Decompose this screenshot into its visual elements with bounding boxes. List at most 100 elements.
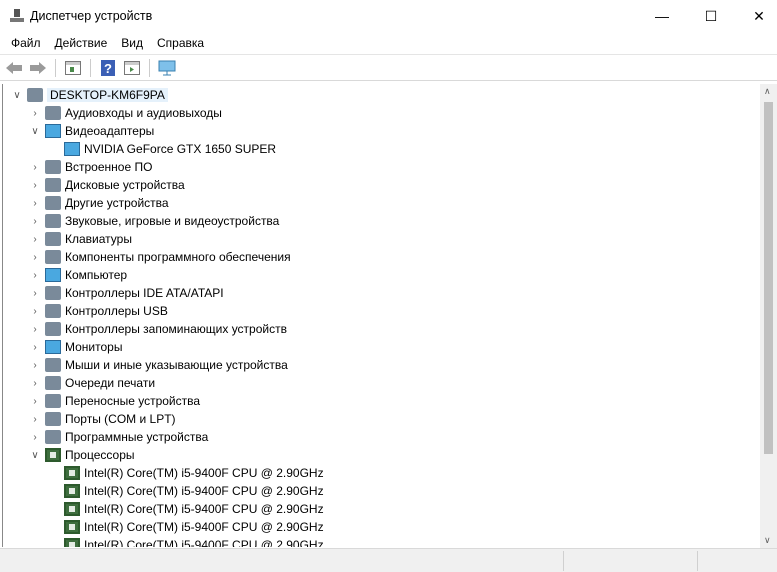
tree-category[interactable]: › Клавиатуры bbox=[33, 230, 132, 248]
tree-root[interactable]: ∨ DESKTOP-KM6F9PA bbox=[13, 86, 168, 104]
tree-category[interactable]: › Дисковые устройства bbox=[33, 176, 185, 194]
scroll-up-icon[interactable]: ∧ bbox=[764, 86, 771, 97]
expand-chevron-icon[interactable]: › bbox=[29, 342, 41, 353]
sound-icon bbox=[45, 214, 61, 228]
expand-chevron-icon[interactable]: › bbox=[29, 396, 41, 407]
tree-category[interactable]: ∨ Процессоры bbox=[31, 446, 135, 464]
svg-text:?: ? bbox=[104, 61, 112, 76]
scroll-down-icon[interactable]: ∨ bbox=[764, 535, 771, 546]
back-arrow-icon[interactable] bbox=[4, 58, 24, 78]
tree-device[interactable]: Intel(R) Core(TM) i5-9400F CPU @ 2.90GHz bbox=[64, 482, 324, 500]
status-divider bbox=[563, 551, 564, 571]
expand-chevron-icon[interactable]: › bbox=[29, 414, 41, 425]
toolbar-separator bbox=[149, 58, 150, 77]
tree-category[interactable]: › Очереди печати bbox=[33, 374, 156, 392]
tree-item-label: Intel(R) Core(TM) i5-9400F CPU @ 2.90GHz bbox=[84, 520, 324, 534]
menu-bar: Файл Действие Вид Справка bbox=[0, 32, 777, 54]
tree-category[interactable]: › Встроенное ПО bbox=[33, 158, 152, 176]
expand-chevron-icon[interactable]: › bbox=[29, 306, 41, 317]
tree-category[interactable]: › Компьютер bbox=[33, 266, 127, 284]
expand-chevron-icon[interactable]: › bbox=[29, 108, 41, 119]
display-adapter-icon bbox=[45, 124, 61, 138]
tree-category[interactable]: › Контроллеры запоминающих устройств bbox=[33, 320, 287, 338]
tree-category[interactable]: › Порты (COM и LPT) bbox=[33, 410, 176, 428]
printer-icon bbox=[45, 376, 61, 390]
expand-chevron-icon[interactable]: › bbox=[29, 324, 41, 335]
tree-item-label: Звуковые, игровые и видеоустройства bbox=[65, 214, 280, 228]
menu-view[interactable]: Вид bbox=[114, 36, 150, 50]
tree-item-label: Контроллеры IDE ATA/ATAPI bbox=[65, 286, 224, 300]
portable-device-icon bbox=[45, 394, 61, 408]
menu-action[interactable]: Действие bbox=[48, 36, 115, 50]
tree-item-label: Программные устройства bbox=[65, 430, 209, 444]
mouse-icon bbox=[45, 358, 61, 372]
tree-category[interactable]: › Мониторы bbox=[33, 338, 123, 356]
status-bar bbox=[0, 548, 777, 572]
keyboard-icon bbox=[45, 232, 61, 246]
cpu-icon bbox=[64, 538, 80, 547]
scrollbar-thumb[interactable] bbox=[764, 102, 773, 454]
tree-category[interactable]: › Переносные устройства bbox=[33, 392, 200, 410]
status-divider bbox=[697, 551, 698, 571]
tree-category[interactable]: › Контроллеры IDE ATA/ATAPI bbox=[33, 284, 224, 302]
expand-chevron-icon[interactable]: › bbox=[29, 288, 41, 299]
expand-chevron-icon[interactable]: › bbox=[29, 234, 41, 245]
tree-item-label: Intel(R) Core(TM) i5-9400F CPU @ 2.90GHz bbox=[84, 484, 324, 498]
tree-item-label: Мыши и иные указывающие устройства bbox=[65, 358, 288, 372]
expand-chevron-icon[interactable]: › bbox=[29, 162, 41, 173]
tree-item-label: Мониторы bbox=[65, 340, 123, 354]
expand-chevron-icon[interactable]: › bbox=[29, 180, 41, 191]
tree-category[interactable]: ∨ Видеоадаптеры bbox=[31, 122, 155, 140]
tree-category[interactable]: › Компоненты программного обеспечения bbox=[33, 248, 291, 266]
expand-chevron-icon[interactable]: › bbox=[29, 252, 41, 263]
tree-device[interactable]: Intel(R) Core(TM) i5-9400F CPU @ 2.90GHz bbox=[64, 464, 324, 482]
expand-chevron-icon[interactable]: › bbox=[29, 432, 41, 443]
tree-item-label: Другие устройства bbox=[65, 196, 169, 210]
expand-chevron-icon[interactable]: › bbox=[29, 198, 41, 209]
help-icon[interactable]: ? bbox=[98, 58, 118, 78]
monitor-icon bbox=[45, 340, 61, 354]
collapse-chevron-icon[interactable]: ∨ bbox=[29, 126, 41, 137]
properties-icon[interactable] bbox=[122, 58, 142, 78]
forward-arrow-icon[interactable] bbox=[28, 58, 48, 78]
tree-item-label: Очереди печати bbox=[65, 376, 156, 390]
tree-item-label: DESKTOP-KM6F9PA bbox=[47, 88, 168, 102]
menu-help[interactable]: Справка bbox=[150, 36, 211, 50]
tree-item-label: Контроллеры запоминающих устройств bbox=[65, 322, 287, 336]
expand-chevron-icon[interactable]: › bbox=[29, 270, 41, 281]
tree-category[interactable]: › Контроллеры USB bbox=[33, 302, 168, 320]
menu-file[interactable]: Файл bbox=[4, 36, 48, 50]
tree-item-label: Видеоадаптеры bbox=[65, 124, 155, 138]
vertical-scrollbar[interactable]: ∧ ∨ bbox=[760, 84, 777, 548]
software-component-icon bbox=[45, 250, 61, 264]
disk-icon bbox=[45, 178, 61, 192]
tree-category[interactable]: › Другие устройства bbox=[33, 194, 169, 212]
usb-icon bbox=[45, 304, 61, 318]
cpu-icon bbox=[64, 502, 80, 516]
expand-chevron-icon[interactable]: › bbox=[29, 360, 41, 371]
close-button[interactable]: ✕ bbox=[736, 0, 777, 32]
collapse-chevron-icon[interactable]: ∨ bbox=[11, 90, 23, 101]
collapse-chevron-icon[interactable]: ∨ bbox=[29, 450, 41, 461]
tree-device[interactable]: Intel(R) Core(TM) i5-9400F CPU @ 2.90GHz bbox=[64, 536, 324, 547]
display-adapter-icon bbox=[64, 142, 80, 156]
tree-category[interactable]: › Мыши и иные указывающие устройства bbox=[33, 356, 288, 374]
device-manager-icon bbox=[10, 9, 24, 23]
scan-hardware-icon[interactable] bbox=[157, 58, 177, 78]
minimize-button[interactable]: — bbox=[639, 0, 685, 32]
tree-device[interactable]: NVIDIA GeForce GTX 1650 SUPER bbox=[64, 140, 276, 158]
unknown-device-icon bbox=[45, 196, 61, 210]
expand-chevron-icon[interactable]: › bbox=[29, 216, 41, 227]
console-tree-icon[interactable] bbox=[63, 58, 83, 78]
tree-device[interactable]: Intel(R) Core(TM) i5-9400F CPU @ 2.90GHz bbox=[64, 518, 324, 536]
tree-category[interactable]: › Аудиовходы и аудиовыходы bbox=[33, 104, 222, 122]
tree-category[interactable]: › Программные устройства bbox=[33, 428, 209, 446]
computer-icon bbox=[27, 88, 43, 102]
maximize-button[interactable]: ☐ bbox=[688, 0, 734, 32]
expand-chevron-icon[interactable]: › bbox=[29, 378, 41, 389]
ide-controller-icon bbox=[45, 286, 61, 300]
tree-device[interactable]: Intel(R) Core(TM) i5-9400F CPU @ 2.90GHz bbox=[64, 500, 324, 518]
title-bar: Диспетчер устройств — ☐ ✕ bbox=[0, 0, 777, 32]
tree-category[interactable]: › Звуковые, игровые и видеоустройства bbox=[33, 212, 280, 230]
tree-item-label: Аудиовходы и аудиовыходы bbox=[65, 106, 222, 120]
